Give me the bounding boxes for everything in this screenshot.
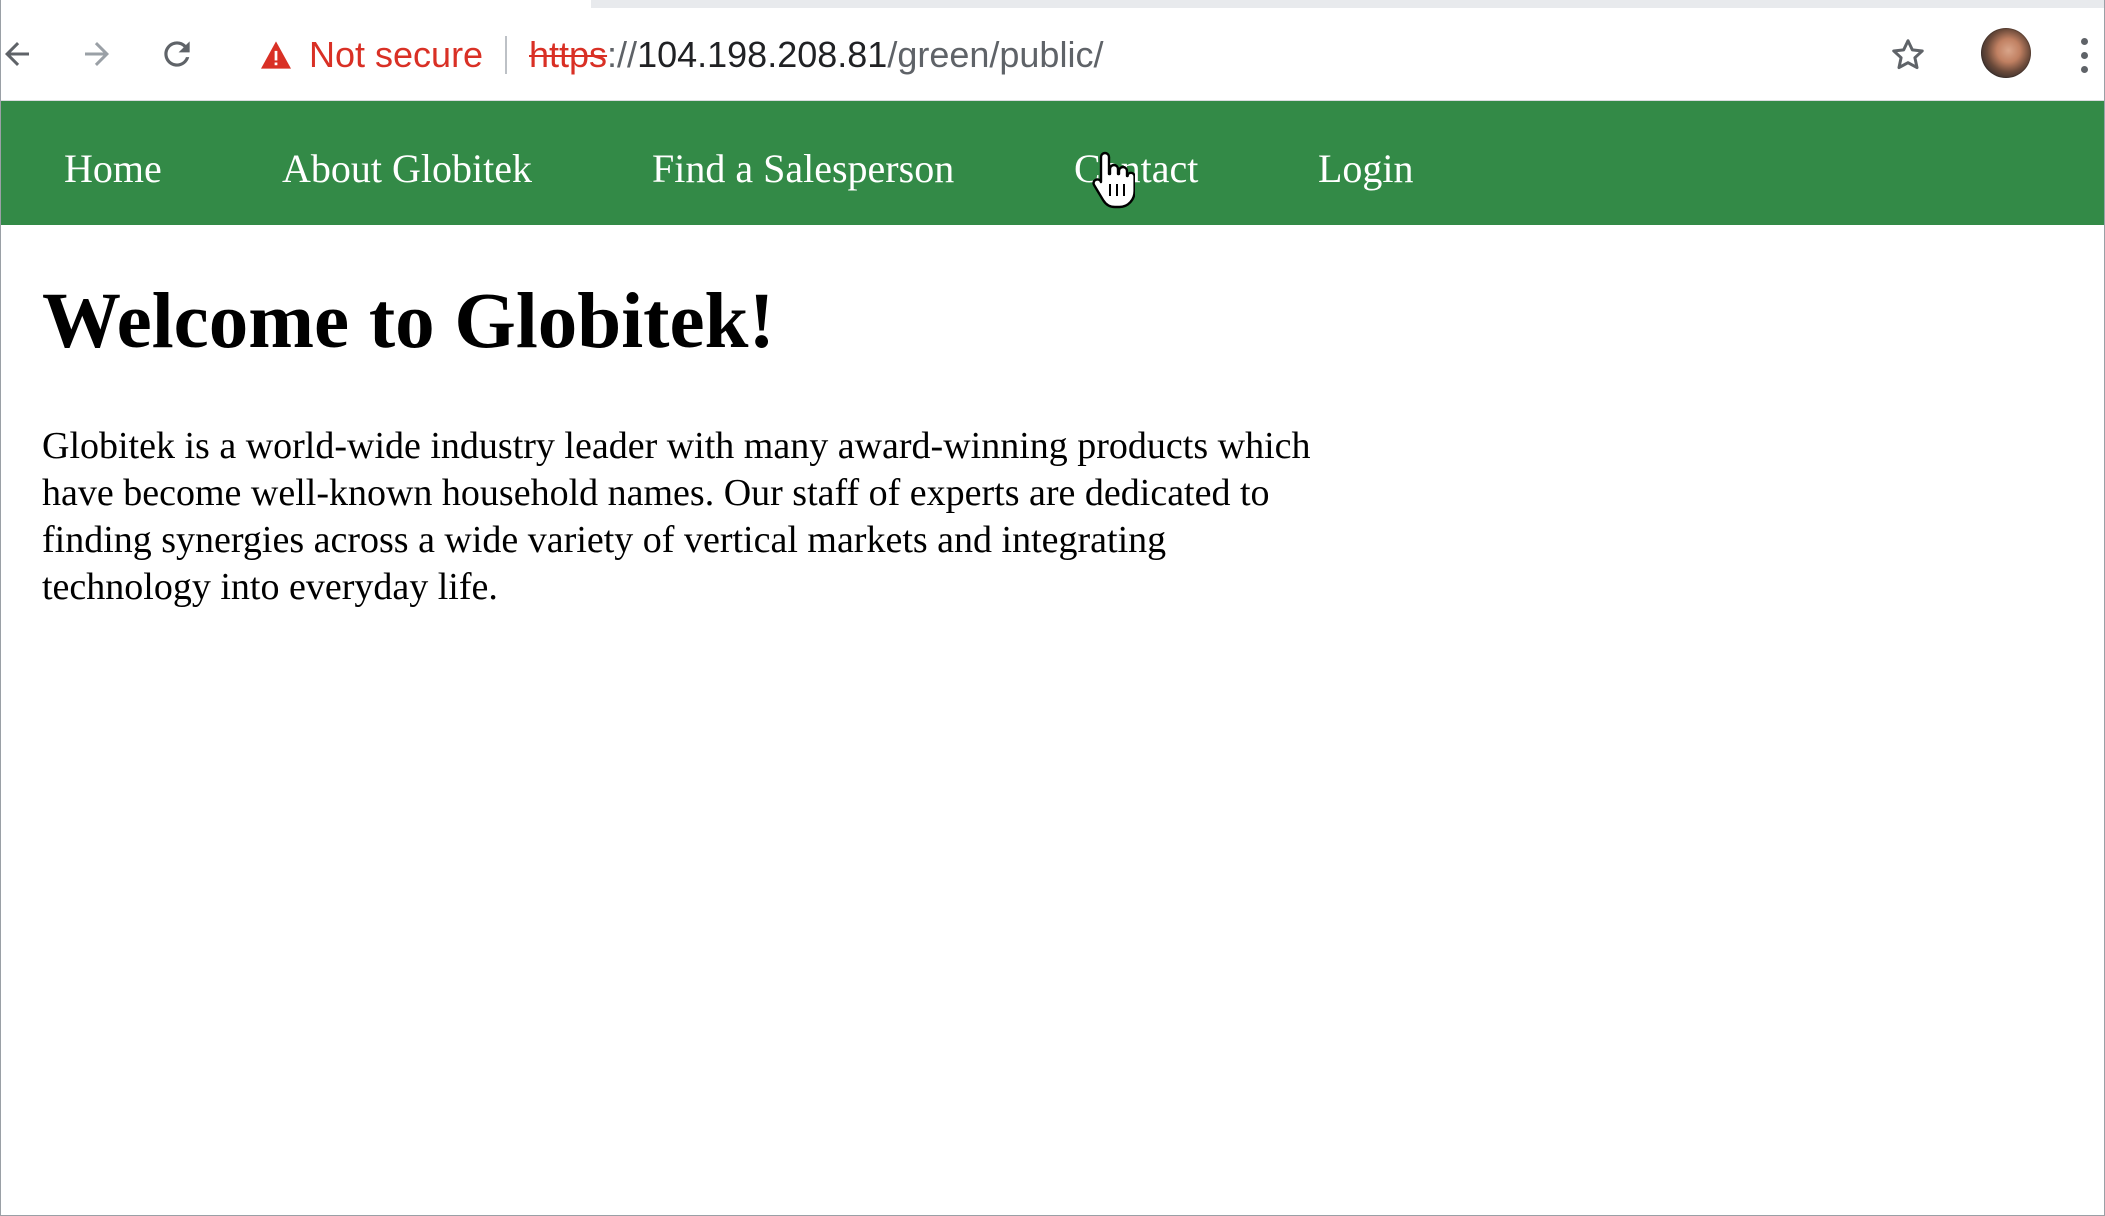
back-button[interactable]	[1, 28, 43, 80]
site-navigation: Home About Globitek Find a Salesperson C…	[1, 101, 2104, 225]
page-title: Welcome to Globitek!	[42, 278, 775, 365]
bookmark-button[interactable]	[1883, 30, 1933, 80]
omnibox-divider	[505, 36, 507, 74]
nav-link-login[interactable]: Login	[1318, 145, 1414, 192]
nav-link-home[interactable]: Home	[64, 145, 162, 192]
url-separator: ://	[607, 34, 638, 75]
tab-strip-edge	[591, 0, 2104, 8]
arrow-right-icon	[85, 42, 109, 66]
avatar-icon[interactable]	[1981, 28, 2031, 78]
reload-button[interactable]	[151, 28, 203, 80]
not-secure-label: Not secure	[309, 34, 484, 75]
nav-link-find-salesperson[interactable]: Find a Salesperson	[652, 145, 954, 192]
arrow-left-icon	[5, 42, 29, 66]
forward-button[interactable]	[71, 28, 123, 80]
url-path: /green/public/	[887, 34, 1104, 75]
warning-triangle-icon	[261, 41, 291, 69]
nav-link-contact[interactable]: Contact	[1074, 145, 1198, 192]
nav-link-about[interactable]: About Globitek	[282, 145, 532, 192]
security-indicator[interactable]: Not secure	[259, 30, 483, 80]
browser-window: Not secure https://104.198.208.81/green/…	[0, 0, 2105, 1216]
more-vertical-icon[interactable]	[2069, 30, 2099, 80]
star-icon	[1892, 39, 1924, 70]
reload-icon	[164, 41, 190, 67]
intro-paragraph: Globitek is a world-wide industry leader…	[42, 425, 1311, 608]
browser-toolbar: Not secure https://104.198.208.81/green/…	[1, 0, 2104, 101]
url-host: 104.198.208.81	[637, 34, 888, 75]
address-bar[interactable]: https://104.198.208.81/green/public/	[529, 30, 1103, 80]
url-scheme: https	[529, 34, 608, 75]
